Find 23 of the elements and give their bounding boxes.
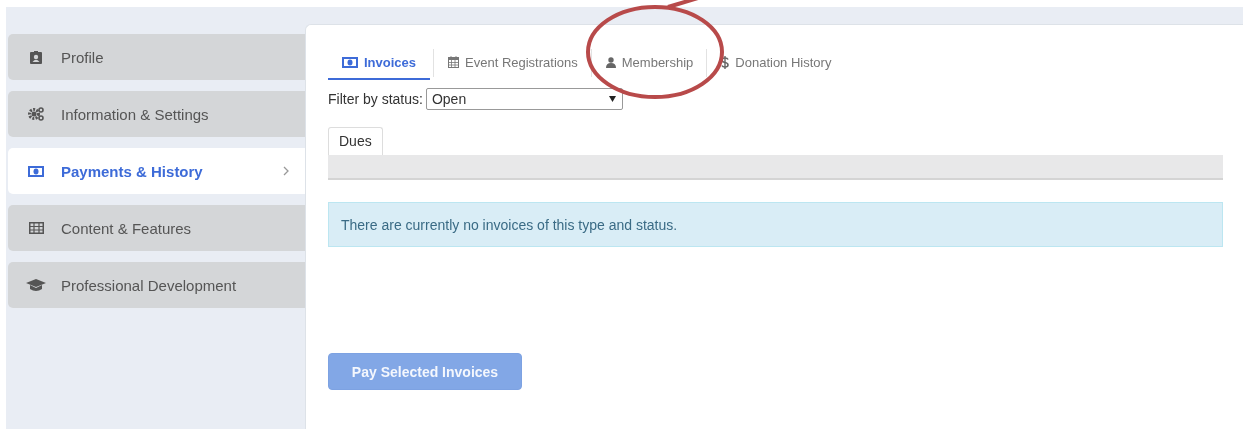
- sidebar-item[interactable]: Information & Settings: [8, 91, 305, 137]
- gears-icon: [28, 107, 44, 121]
- tab[interactable]: Invoices: [328, 46, 431, 80]
- graduation-cap-icon: [26, 278, 46, 292]
- sidebar-item[interactable]: Content & Features: [8, 205, 305, 251]
- banknote-icon: [28, 165, 44, 177]
- sidebar-item[interactable]: Payments & History: [8, 148, 305, 194]
- table-icon: [28, 222, 44, 234]
- user-icon: [605, 56, 616, 68]
- dropdown-caret-icon: [608, 96, 616, 102]
- dollar-icon: [721, 55, 730, 69]
- tab[interactable]: Donation History: [710, 46, 842, 80]
- status-dropdown[interactable]: Open: [425, 88, 623, 110]
- info-message: There are currently no invoices of this type and status.: [328, 202, 1223, 247]
- chevron-right-icon: [283, 166, 289, 176]
- filter-label: Filter by status:: [328, 91, 423, 107]
- tab[interactable]: Event Registrations: [437, 46, 588, 80]
- sidebar-item[interactable]: Profile: [8, 34, 305, 80]
- sidebar-item[interactable]: Professional Development: [8, 262, 305, 308]
- banknote-icon: [342, 56, 358, 68]
- id-badge-icon: [30, 50, 42, 64]
- tab[interactable]: Dues: [328, 127, 383, 155]
- calendar-icon: [448, 56, 460, 68]
